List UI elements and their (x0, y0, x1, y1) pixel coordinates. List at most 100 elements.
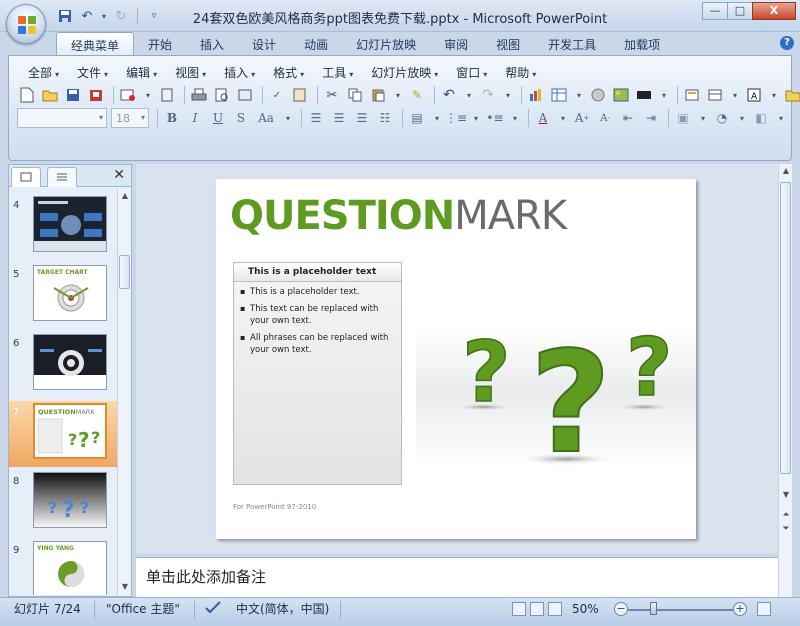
tab-view[interactable]: 视图 (482, 32, 534, 56)
quick-styles-icon[interactable]: ◧ (751, 108, 771, 128)
tab-insert[interactable]: 插入 (186, 32, 238, 56)
help-icon[interactable]: ? (780, 36, 794, 50)
clipart-icon[interactable] (588, 85, 608, 105)
tab-review[interactable]: 审阅 (430, 32, 482, 56)
bullets-icon[interactable]: •≡ (485, 108, 505, 128)
menu-insert[interactable]: 插入 ▾ (215, 64, 264, 81)
insert-chart-icon[interactable] (526, 85, 546, 105)
tab-design[interactable]: 设计 (238, 32, 290, 56)
align-center-icon[interactable]: ☰ (329, 108, 349, 128)
increase-indent-icon[interactable]: ⇥ (641, 108, 661, 128)
permission-icon[interactable] (86, 85, 106, 105)
notes-pane[interactable]: 单击此处添加备注 (136, 557, 778, 597)
align-left-icon[interactable]: ☰ (306, 108, 326, 128)
chevron-down-icon[interactable]: ▾ (774, 108, 788, 128)
scrollbar-thumb[interactable] (119, 255, 130, 289)
zoom-slider-track[interactable] (628, 609, 734, 611)
menu-all[interactable]: 全部 ▾ (19, 64, 68, 81)
chevron-down-icon[interactable]: ▾ (469, 108, 483, 128)
tab-home[interactable]: 开始 (134, 32, 186, 56)
zoom-in-icon[interactable]: + (733, 602, 747, 616)
print-icon[interactable] (189, 85, 209, 105)
scroll-down-icon[interactable]: ▼ (119, 582, 131, 594)
chevron-down-icon[interactable]: ▾ (735, 108, 749, 128)
slide-thumbnail[interactable]: 4 (9, 194, 117, 260)
slide-thumbnail[interactable]: 9 YING YANG (9, 539, 117, 595)
insert-picture-icon[interactable] (611, 85, 631, 105)
new-document-icon[interactable] (17, 85, 37, 105)
font-name-combo[interactable]: ▾ (17, 108, 107, 128)
shrink-font-icon[interactable]: A- (595, 108, 615, 128)
chevron-down-icon[interactable]: ▾ (728, 85, 742, 105)
menu-view[interactable]: 视图 ▾ (166, 64, 215, 81)
chevron-down-icon[interactable]: ▾ (696, 108, 710, 128)
undo-icon[interactable]: ↶ (439, 85, 459, 105)
slide-title[interactable]: QUESTIONMARK (230, 193, 567, 239)
change-case-icon[interactable]: Aa (254, 108, 278, 128)
shadow-icon[interactable]: S (231, 108, 251, 128)
theme-name[interactable]: "Office 主题" (106, 600, 180, 620)
slide-sorter-icon[interactable] (530, 602, 544, 616)
chevron-down-icon[interactable]: ▾ (657, 85, 671, 105)
shapes-icon[interactable]: ◔ (712, 108, 732, 128)
arrange-icon[interactable]: ▣ (673, 108, 693, 128)
menu-window[interactable]: 窗口 ▾ (447, 64, 496, 81)
save-icon[interactable] (63, 85, 83, 105)
grow-font-icon[interactable]: A + (572, 108, 592, 128)
justify-icon[interactable]: ☷ (375, 108, 395, 128)
textbox-icon[interactable]: A (744, 85, 764, 105)
tab-outline[interactable] (47, 167, 77, 187)
close-button[interactable]: X (752, 2, 796, 20)
close-pane-icon[interactable]: ✕ (113, 167, 125, 183)
insert-shape-icon[interactable] (634, 85, 654, 105)
restore-button[interactable]: □ (727, 2, 753, 20)
menu-file[interactable]: 文件 ▾ (68, 64, 117, 81)
question-marks-graphic[interactable]: ? ? ? (426, 309, 696, 469)
zoom-out-icon[interactable]: − (614, 602, 628, 616)
current-slide[interactable]: QUESTIONMARK This is a placeholder text … (216, 179, 696, 539)
research-icon[interactable] (290, 85, 310, 105)
tab-slideshow[interactable]: 幻灯片放映 (342, 32, 430, 56)
minimize-button[interactable]: — (702, 2, 728, 20)
font-color-icon[interactable]: A (533, 108, 553, 128)
zoom-slider-knob[interactable] (650, 602, 657, 615)
underline-icon[interactable]: U (208, 108, 228, 128)
menu-edit[interactable]: 编辑 ▾ (117, 64, 166, 81)
spelling-icon[interactable]: ✓ (267, 85, 287, 105)
chevron-down-icon[interactable]: ▾ (462, 85, 476, 105)
align-right-icon[interactable]: ☰ (352, 108, 372, 128)
office-button[interactable] (6, 4, 46, 44)
chevron-down-icon[interactable]: ▾ (141, 85, 155, 105)
frame-icon[interactable] (235, 85, 255, 105)
menu-help[interactable]: 帮助 ▾ (496, 64, 545, 81)
insert-table-icon[interactable] (549, 85, 569, 105)
chevron-down-icon[interactable]: ▾ (391, 85, 405, 105)
columns-icon[interactable]: ▤ (407, 108, 427, 128)
normal-view-icon[interactable] (512, 602, 526, 616)
layout-icon[interactable] (705, 85, 725, 105)
fit-to-window-icon[interactable] (757, 602, 771, 616)
font-size-combo[interactable]: 18 ▾ (111, 108, 149, 128)
print-preview-icon[interactable] (212, 85, 232, 105)
tab-addins[interactable]: 加载项 (610, 32, 674, 56)
chevron-down-icon[interactable]: ▾ (556, 108, 570, 128)
tab-developer[interactable]: 开发工具 (534, 32, 610, 56)
copy-icon[interactable] (345, 85, 365, 105)
redo-icon[interactable]: ↷ (478, 85, 498, 105)
decrease-indent-icon[interactable]: ⇤ (618, 108, 638, 128)
format-painter-icon[interactable]: ✎ (407, 85, 427, 105)
chevron-down-icon[interactable]: ▾ (501, 85, 515, 105)
chevron-down-icon[interactable]: ▾ (767, 85, 781, 105)
spell-check-icon[interactable] (204, 600, 222, 620)
language-status[interactable]: 中文(简体，中国) (236, 600, 329, 620)
menu-tools[interactable]: 工具 ▾ (313, 64, 362, 81)
italic-icon[interactable]: I (185, 108, 205, 128)
open-folder-icon[interactable] (40, 85, 60, 105)
folder-icon[interactable] (783, 85, 800, 105)
menu-format[interactable]: 格式 ▾ (264, 64, 313, 81)
email-icon[interactable] (118, 85, 138, 105)
slide-thumbnail-selected[interactable]: 7 QUESTIONMARK ? ? ? (9, 401, 117, 467)
scroll-up-icon[interactable]: ▲ (780, 166, 792, 178)
placeholder-text-box[interactable]: This is a placeholder text This is a pla… (233, 262, 402, 485)
chevron-down-icon[interactable]: ▾ (572, 85, 586, 105)
